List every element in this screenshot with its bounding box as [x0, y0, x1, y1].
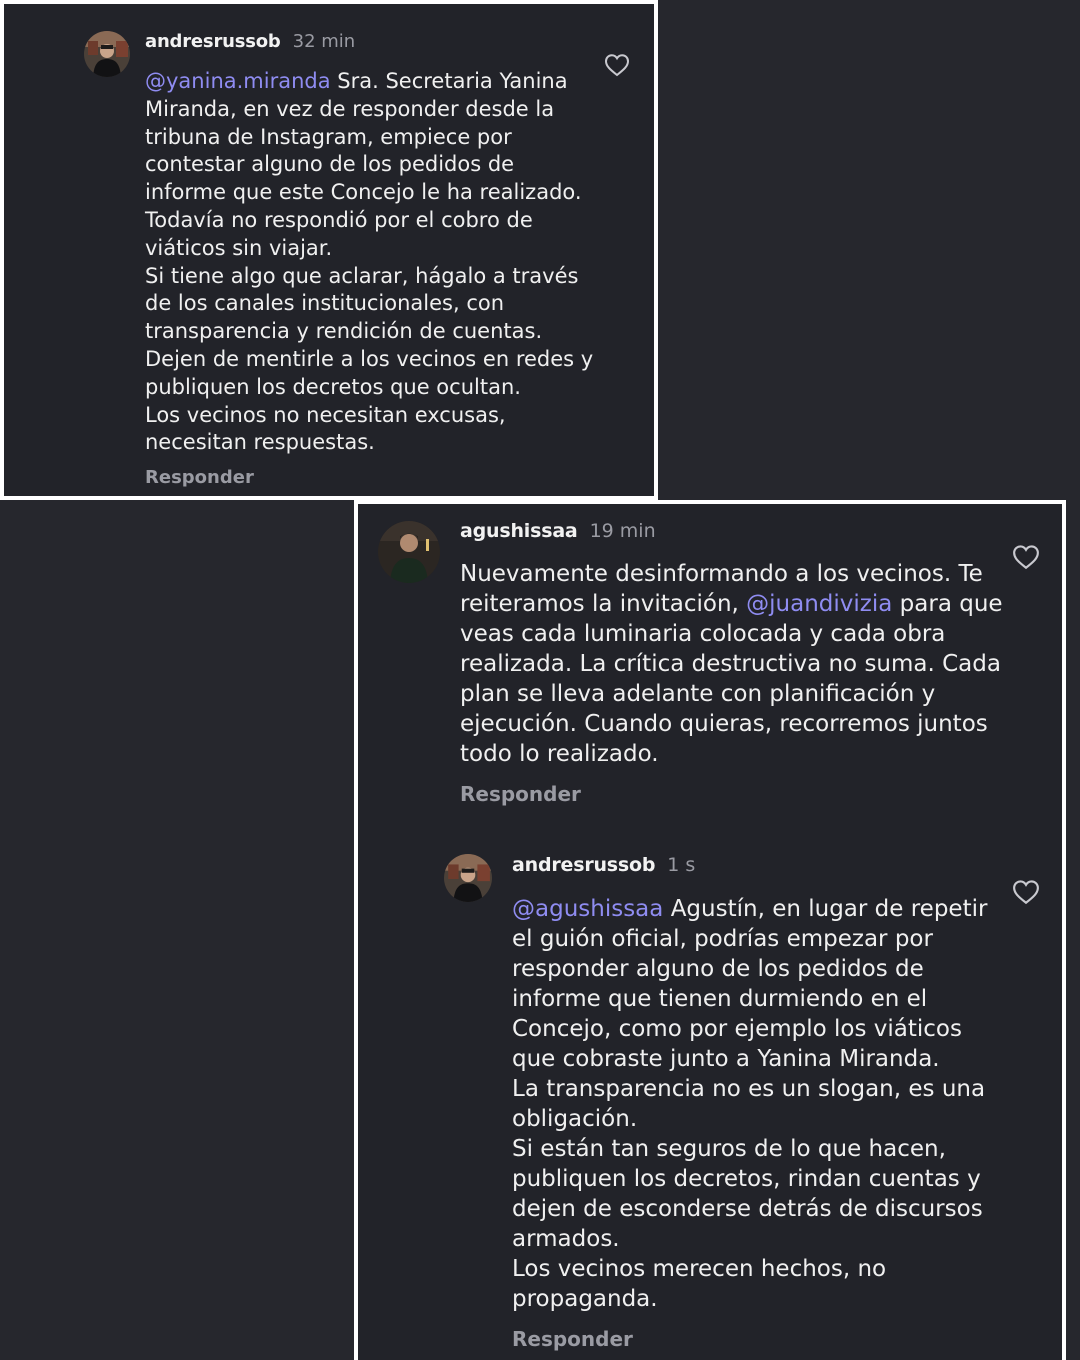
comment-line: plan se lleva adelante con planificación…	[460, 681, 936, 707]
comment-line: Concejo, como por ejemplo los viáticos	[512, 1016, 962, 1042]
reply-button[interactable]: Responder	[460, 782, 581, 806]
comment-header: andresrussob 1 s	[512, 854, 695, 876]
comment-line: veas cada luminaria colocada y cada obra	[460, 621, 946, 647]
profile-photo-icon[interactable]	[378, 521, 440, 583]
reply-button[interactable]: Responder	[145, 467, 254, 488]
username[interactable]: andresrussob	[512, 854, 655, 876]
comment-line: informe que este Concejo le ha realizado…	[145, 180, 582, 205]
comment-line: necesitan respuestas.	[145, 430, 375, 455]
comment-line: Si tiene algo que aclarar, hágalo a trav…	[145, 263, 579, 288]
mention-link[interactable]: @agushissaa	[512, 896, 663, 922]
comment-screenshot-2: agushissaa 19 min Nuevamente desinforman…	[354, 500, 1066, 1360]
comment-line: obligación.	[512, 1106, 638, 1132]
avatar-image	[378, 521, 440, 583]
comment-line-text: reiteramos la invitación,	[460, 591, 747, 617]
comment-line-text: Agustín, en lugar de repetir	[663, 896, 988, 922]
comment-line: @agushissaa Agustín, en lugar de repetir	[512, 894, 987, 924]
comment-line: La transparencia no es un slogan, es una	[512, 1076, 986, 1102]
comment-line: propaganda.	[512, 1286, 658, 1312]
comment-text: Nuevamente desinformando a los vecinos. …	[460, 559, 1003, 769]
timestamp: 19 min	[589, 520, 656, 542]
comment-line: ejecución. Cuando quieras, recorremos ju…	[460, 711, 988, 737]
comment-line: realizada. La crítica destructiva no sum…	[460, 651, 1001, 677]
comment-text: @agushissaa Agustín, en lugar de repetir…	[512, 894, 987, 1314]
comment-line: @yanina.miranda Sra. Secretaria Yanina	[145, 68, 593, 96]
comment-line: tribuna de Instagram, empiece por	[145, 124, 512, 149]
profile-photo-icon[interactable]	[444, 854, 492, 902]
comment-line: publiquen los decretos que ocultan.	[145, 374, 521, 399]
comment-line-text: para que	[892, 591, 1003, 617]
comment-line: Los vecinos no necesitan excusas,	[145, 402, 506, 427]
comment-line: informe que tienen durmiendo en el	[512, 986, 928, 1012]
heart-outline-icon[interactable]	[1012, 879, 1040, 905]
comment-line: que cobraste junto a Yanina Miranda.	[512, 1046, 940, 1072]
comment-line: Nuevamente desinformando a los vecinos. …	[460, 561, 983, 587]
username[interactable]: agushissaa	[460, 520, 578, 542]
comment-line: publiquen los decretos, rindan cuentas y	[512, 1166, 981, 1192]
comment-screenshot-1: andresrussob 32 min @yanina.miranda Sra.…	[0, 0, 658, 500]
profile-photo-icon[interactable]	[84, 31, 130, 77]
timestamp: 1 s	[667, 854, 696, 876]
heart-outline-icon[interactable]	[1012, 544, 1040, 570]
comment-header: andresrussob 32 min	[145, 31, 355, 52]
comment-line: de los canales institucionales, con	[145, 291, 505, 316]
avatar-image	[444, 854, 492, 902]
comment-line: contestar alguno de los pedidos de	[145, 152, 515, 177]
username[interactable]: andresrussob	[145, 31, 281, 52]
comment-line: transparencia y rendición de cuentas.	[145, 319, 543, 344]
comment-line: Todavía no respondió por el cobro de	[145, 207, 533, 232]
comment-line-text: Sra. Secretaria Yanina	[330, 69, 568, 93]
comment-line: Los vecinos merecen hechos, no	[512, 1256, 887, 1282]
timestamp: 32 min	[292, 31, 356, 52]
comment-line: el guión oficial, podrías empezar por	[512, 926, 933, 952]
comment-line: responder alguno de los pedidos de	[512, 956, 924, 982]
comment-line: Dejen de mentirle a los vecinos en redes…	[145, 346, 594, 371]
avatar-image	[84, 31, 130, 77]
comment-line: viáticos sin viajar.	[145, 235, 333, 260]
mention-link[interactable]: @juandivizia	[746, 591, 892, 617]
heart-outline-icon[interactable]	[604, 53, 630, 77]
comment-line: dejen de esconderse detrás de discursos	[512, 1196, 983, 1222]
comment-text: @yanina.miranda Sra. Secretaria Yanina M…	[145, 68, 593, 457]
reply-button[interactable]: Responder	[512, 1327, 633, 1351]
comment-line: Si están tan seguros de lo que hacen,	[512, 1136, 946, 1162]
comment-line: Miranda, en vez de responder desde la	[145, 96, 555, 121]
comment-line: armados.	[512, 1226, 620, 1252]
comment-header: agushissaa 19 min	[460, 520, 656, 542]
comment-line: todo lo realizado.	[460, 741, 659, 767]
comment-line: reiteramos la invitación, @juandivizia p…	[460, 589, 1003, 619]
mention-link[interactable]: @yanina.miranda	[145, 69, 331, 93]
